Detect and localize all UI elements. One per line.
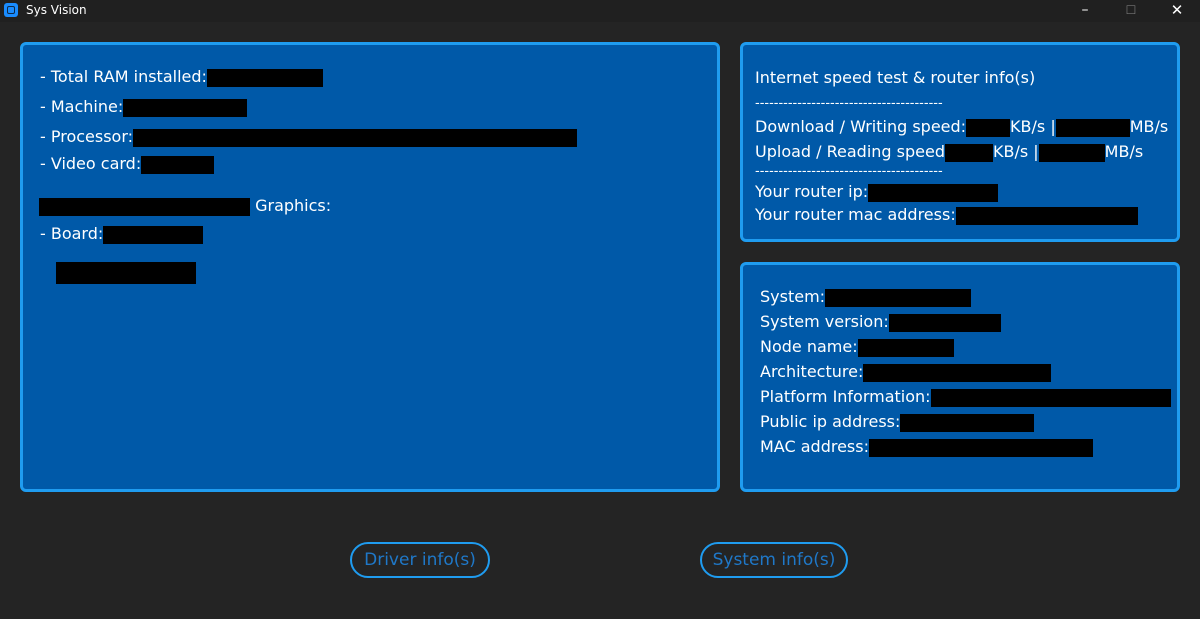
- mac-address-row: MAC address:: [760, 437, 1093, 457]
- system-value-redacted: [825, 288, 972, 307]
- app-logo-icon: [4, 3, 18, 17]
- upload-label: Upload / Reading speed: [755, 142, 945, 161]
- upload-kbs-redacted: [945, 143, 993, 162]
- driver-info-button[interactable]: Driver info(s): [350, 542, 490, 578]
- graphics-label: Graphics:: [255, 196, 332, 215]
- system-version-redacted: [888, 313, 1001, 332]
- upload-mbs-unit: MB/s: [1104, 142, 1144, 161]
- minimize-button[interactable]: –: [1062, 0, 1108, 22]
- download-kbs-unit: KB/s |: [1010, 117, 1056, 136]
- download-mbs-redacted: [1055, 118, 1130, 137]
- graphics-name-redacted: [39, 197, 250, 216]
- ram-label: - Total RAM installed:: [40, 67, 207, 86]
- download-mbs-unit: MB/s: [1129, 117, 1169, 136]
- network-divider-top: ----------------------------------------: [755, 96, 943, 111]
- processor-row: - Processor:: [40, 127, 578, 147]
- board-detail-redacted: [56, 262, 196, 284]
- node-name-redacted: [857, 338, 954, 357]
- upload-kbs-unit: KB/s |: [993, 142, 1039, 161]
- board-row: - Board:: [40, 224, 204, 244]
- network-title: Internet speed test & router info(s): [755, 68, 1036, 87]
- download-kbs-redacted: [966, 118, 1011, 137]
- system-version-label: System version:: [760, 312, 889, 331]
- machine-value-redacted: [123, 98, 248, 117]
- graphics-row: Graphics:: [39, 196, 331, 216]
- title-bar: Sys Vision – ☐ ✕: [0, 0, 1200, 22]
- video-card-label: - Video card:: [40, 154, 142, 173]
- mac-address-redacted: [868, 438, 1093, 457]
- public-ip-label: Public ip address:: [760, 412, 901, 431]
- platform-label: Platform Information:: [760, 387, 931, 406]
- close-button[interactable]: ✕: [1154, 0, 1200, 22]
- architecture-redacted: [863, 363, 1052, 382]
- node-name-row: Node name:: [760, 337, 954, 357]
- router-ip-row: Your router ip:: [755, 182, 999, 202]
- upload-row: Upload / Reading speed KB/s | MB/s: [755, 142, 1143, 162]
- hardware-info-panel: - Total RAM installed: - Machine: - Proc…: [20, 42, 720, 492]
- processor-label: - Processor:: [40, 127, 134, 146]
- machine-label: - Machine:: [40, 97, 124, 116]
- architecture-row: Architecture:: [760, 362, 1052, 382]
- maximize-button[interactable]: ☐: [1108, 0, 1154, 22]
- video-card-value-redacted: [141, 155, 215, 174]
- download-row: Download / Writing speed: KB/s | MB/s: [755, 117, 1168, 137]
- platform-row: Platform Information:: [760, 387, 1171, 407]
- system-label: System:: [760, 287, 826, 306]
- window-title: Sys Vision: [26, 3, 87, 17]
- video-card-row: - Video card:: [40, 154, 215, 174]
- public-ip-row: Public ip address:: [760, 412, 1035, 432]
- router-ip-redacted: [868, 183, 999, 202]
- router-mac-label: Your router mac address:: [755, 205, 956, 224]
- network-divider-bottom: ----------------------------------------: [755, 164, 943, 179]
- system-row: System:: [760, 287, 972, 307]
- router-mac-row: Your router mac address:: [755, 205, 1138, 225]
- download-label: Download / Writing speed:: [755, 117, 967, 136]
- system-version-row: System version:: [760, 312, 1001, 332]
- architecture-label: Architecture:: [760, 362, 864, 381]
- upload-mbs-redacted: [1038, 143, 1105, 162]
- network-info-panel: Internet speed test & router info(s) ---…: [740, 42, 1180, 242]
- ram-value-redacted: [206, 68, 323, 87]
- machine-row: - Machine:: [40, 97, 248, 117]
- processor-value-redacted: [133, 128, 578, 147]
- router-mac-redacted: [955, 206, 1138, 225]
- system-info-panel: System: System version: Node name: Archi…: [740, 262, 1180, 492]
- mac-address-label: MAC address:: [760, 437, 869, 456]
- board-value-redacted: [103, 225, 204, 244]
- platform-redacted: [930, 388, 1171, 407]
- ram-row: - Total RAM installed:: [40, 67, 323, 87]
- node-name-label: Node name:: [760, 337, 858, 356]
- system-info-button[interactable]: System info(s): [700, 542, 848, 578]
- router-ip-label: Your router ip:: [755, 182, 869, 201]
- public-ip-redacted: [900, 413, 1035, 432]
- board-label: - Board:: [40, 224, 104, 243]
